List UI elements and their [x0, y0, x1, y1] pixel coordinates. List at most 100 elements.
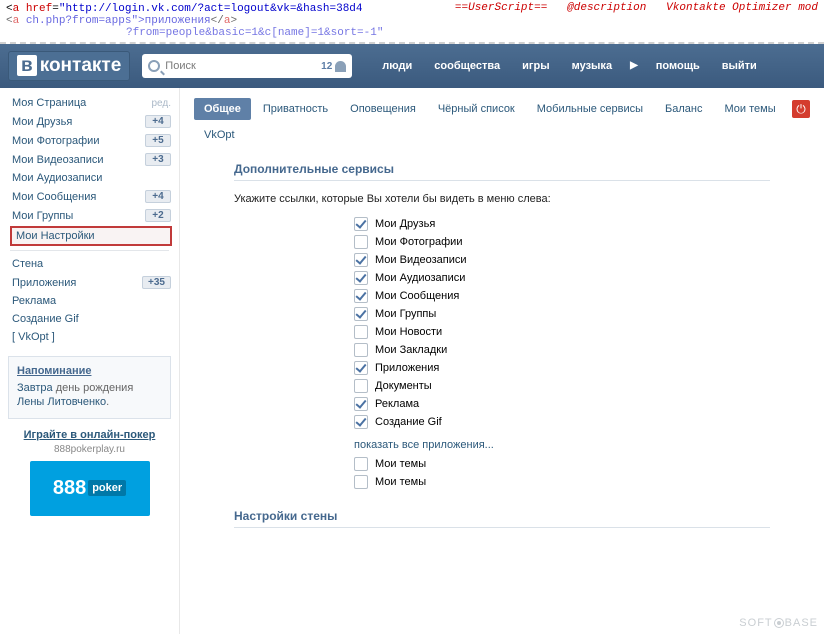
checkbox-row: Мои Фотографии — [234, 233, 770, 251]
checkbox-row: Мои Друзья — [234, 215, 770, 233]
sidebar-item-label: Мои Аудиозаписи — [12, 172, 171, 184]
nav-music[interactable]: музыка — [562, 54, 622, 78]
sidebar-item-label: Мои Друзья — [12, 116, 145, 128]
checkbox[interactable] — [354, 217, 368, 231]
reminder-box: Напоминание Завтра день рождения Лены Ли… — [8, 356, 171, 419]
show-all-apps-link[interactable]: показать все приложения... — [234, 431, 770, 455]
ad-title: Играйте в онлайн-покер — [8, 429, 171, 441]
tab-Общее[interactable]: Общее — [194, 98, 251, 120]
tab-Чёрный список[interactable]: Чёрный список — [428, 98, 525, 120]
sidebar-item-label: [ VkOpt ] — [12, 331, 171, 343]
nav-more-arrow-icon[interactable]: ▶ — [624, 54, 644, 78]
section-wall-title: Настройки стены — [234, 509, 770, 528]
sidebar-item[interactable]: Мои Сообщения+4 — [0, 187, 179, 206]
count-badge: +3 — [145, 153, 171, 166]
sidebar-item[interactable]: Реклама — [0, 292, 179, 310]
checkbox[interactable] — [354, 397, 368, 411]
checkbox-label: Мои Группы — [375, 308, 436, 320]
count-badge: +5 — [145, 134, 171, 147]
sidebar-item[interactable]: Мои Фотографии+5 — [0, 131, 179, 150]
checkbox-row: Мои Новости — [234, 323, 770, 341]
sidebar-item[interactable]: Мои Аудиозаписи — [0, 169, 179, 187]
sidebar-item[interactable]: Мои Группы+2 — [0, 206, 179, 225]
tab-Приватность[interactable]: Приватность — [253, 98, 338, 120]
tab-Мобильные сервисы[interactable]: Мобильные сервисы — [527, 98, 653, 120]
reminder-day-link[interactable]: Завтра — [17, 382, 53, 394]
checkbox-label: Создание Gif — [375, 416, 442, 428]
checkbox[interactable] — [354, 235, 368, 249]
count-badge: +4 — [145, 115, 171, 128]
checkbox[interactable] — [354, 415, 368, 429]
ad-block[interactable]: Играйте в онлайн-покер 888pokerplay.ru 8… — [8, 429, 171, 516]
power-icon[interactable]: ⏻ — [792, 100, 810, 118]
tab-VkOpt[interactable]: VkOpt — [194, 124, 245, 146]
search-count: 12 — [321, 61, 332, 72]
checkbox-row: Мои Закладки — [234, 341, 770, 359]
sidebar-item-label: Мои Видеозаписи — [12, 154, 145, 166]
sidebar-item[interactable]: Моя Страницаред. — [0, 94, 179, 112]
tab-Баланс[interactable]: Баланс — [655, 98, 712, 120]
sidebar-item[interactable]: [ VkOpt ] — [0, 328, 179, 346]
checkbox-label: Мои Сообщения — [375, 290, 459, 302]
section-hint: Укажите ссылки, которые Вы хотели бы вид… — [234, 193, 770, 205]
sidebar-item-label: Стена — [12, 258, 171, 270]
tab-Мои темы[interactable]: Мои темы — [715, 98, 786, 120]
checkbox-label: Мои темы — [375, 458, 426, 470]
nav-communities[interactable]: сообщества — [424, 54, 510, 78]
checkbox-row: Реклама — [234, 395, 770, 413]
search-box[interactable]: Поиск 12 — [142, 54, 352, 78]
reminder-person-link[interactable]: Лены Литовченко — [17, 396, 106, 408]
ad-image: 888poker — [30, 461, 150, 516]
nav-exit[interactable]: выйти — [712, 54, 767, 78]
torn-banner: <a href="http://login.vk.com/?act=logout… — [0, 0, 824, 44]
search-placeholder: Поиск — [165, 60, 195, 72]
checkbox-row: Создание Gif — [234, 413, 770, 431]
checkbox-label: Мои Закладки — [375, 344, 447, 356]
checkbox-label: Мои Фотографии — [375, 236, 462, 248]
checkbox-row: Мои Аудиозаписи — [234, 269, 770, 287]
checkbox[interactable] — [354, 307, 368, 321]
sidebar-item-label: Реклама — [12, 295, 171, 307]
checkbox-row: Мои темы — [234, 455, 770, 473]
checkbox[interactable] — [354, 289, 368, 303]
watermark: SOFTBASE — [739, 617, 818, 629]
nav-help[interactable]: помощь — [646, 54, 710, 78]
sidebar: Моя Страницаред.Мои Друзья+4Мои Фотограф… — [0, 88, 180, 634]
checkbox-row: Мои Группы — [234, 305, 770, 323]
sidebar-item-label: Мои Настройки — [16, 230, 166, 242]
count-badge: +35 — [142, 276, 171, 289]
checkbox-label: Мои темы — [375, 476, 426, 488]
checkbox-label: Реклама — [375, 398, 419, 410]
checkbox[interactable] — [354, 343, 368, 357]
sidebar-item[interactable]: Мои Видеозаписи+3 — [0, 150, 179, 169]
ad-subtitle: 888pokerplay.ru — [8, 444, 171, 455]
checkbox[interactable] — [354, 325, 368, 339]
sidebar-item[interactable]: Приложения+35 — [0, 273, 179, 292]
sidebar-item[interactable]: Мои Настройки — [10, 226, 172, 246]
checkbox-label: Мои Друзья — [375, 218, 435, 230]
main-panel: ОбщееПриватностьОповещенияЧёрный списокМ… — [180, 88, 824, 634]
sidebar-item-label: Приложения — [12, 277, 142, 289]
sidebar-item[interactable]: Стена — [0, 255, 179, 273]
checkbox[interactable] — [354, 457, 368, 471]
section-services-title: Дополнительные сервисы — [234, 162, 770, 181]
checkbox[interactable] — [354, 253, 368, 267]
edit-link[interactable]: ред. — [151, 98, 171, 109]
checkbox-row: Приложения — [234, 359, 770, 377]
reminder-body: Завтра день рождения Лены Литовченко. — [17, 381, 162, 410]
sidebar-item-label: Мои Группы — [12, 210, 145, 222]
nav-games[interactable]: игры — [512, 54, 559, 78]
logo[interactable]: вконтакте — [8, 51, 130, 81]
tab-Оповещения[interactable]: Оповещения — [340, 98, 426, 120]
sidebar-item[interactable]: Мои Друзья+4 — [0, 112, 179, 131]
checkbox[interactable] — [354, 379, 368, 393]
sidebar-item[interactable]: Создание Gif — [0, 310, 179, 328]
nav-people[interactable]: люди — [372, 54, 422, 78]
checkbox-row: Мои Видеозаписи — [234, 251, 770, 269]
checkbox[interactable] — [354, 475, 368, 489]
sidebar-item-label: Мои Сообщения — [12, 191, 145, 203]
checkbox-label: Мои Аудиозаписи — [375, 272, 465, 284]
checkbox[interactable] — [354, 361, 368, 375]
checkbox[interactable] — [354, 271, 368, 285]
top-nav: люди сообщества игры музыка ▶ помощь вый… — [372, 54, 767, 78]
